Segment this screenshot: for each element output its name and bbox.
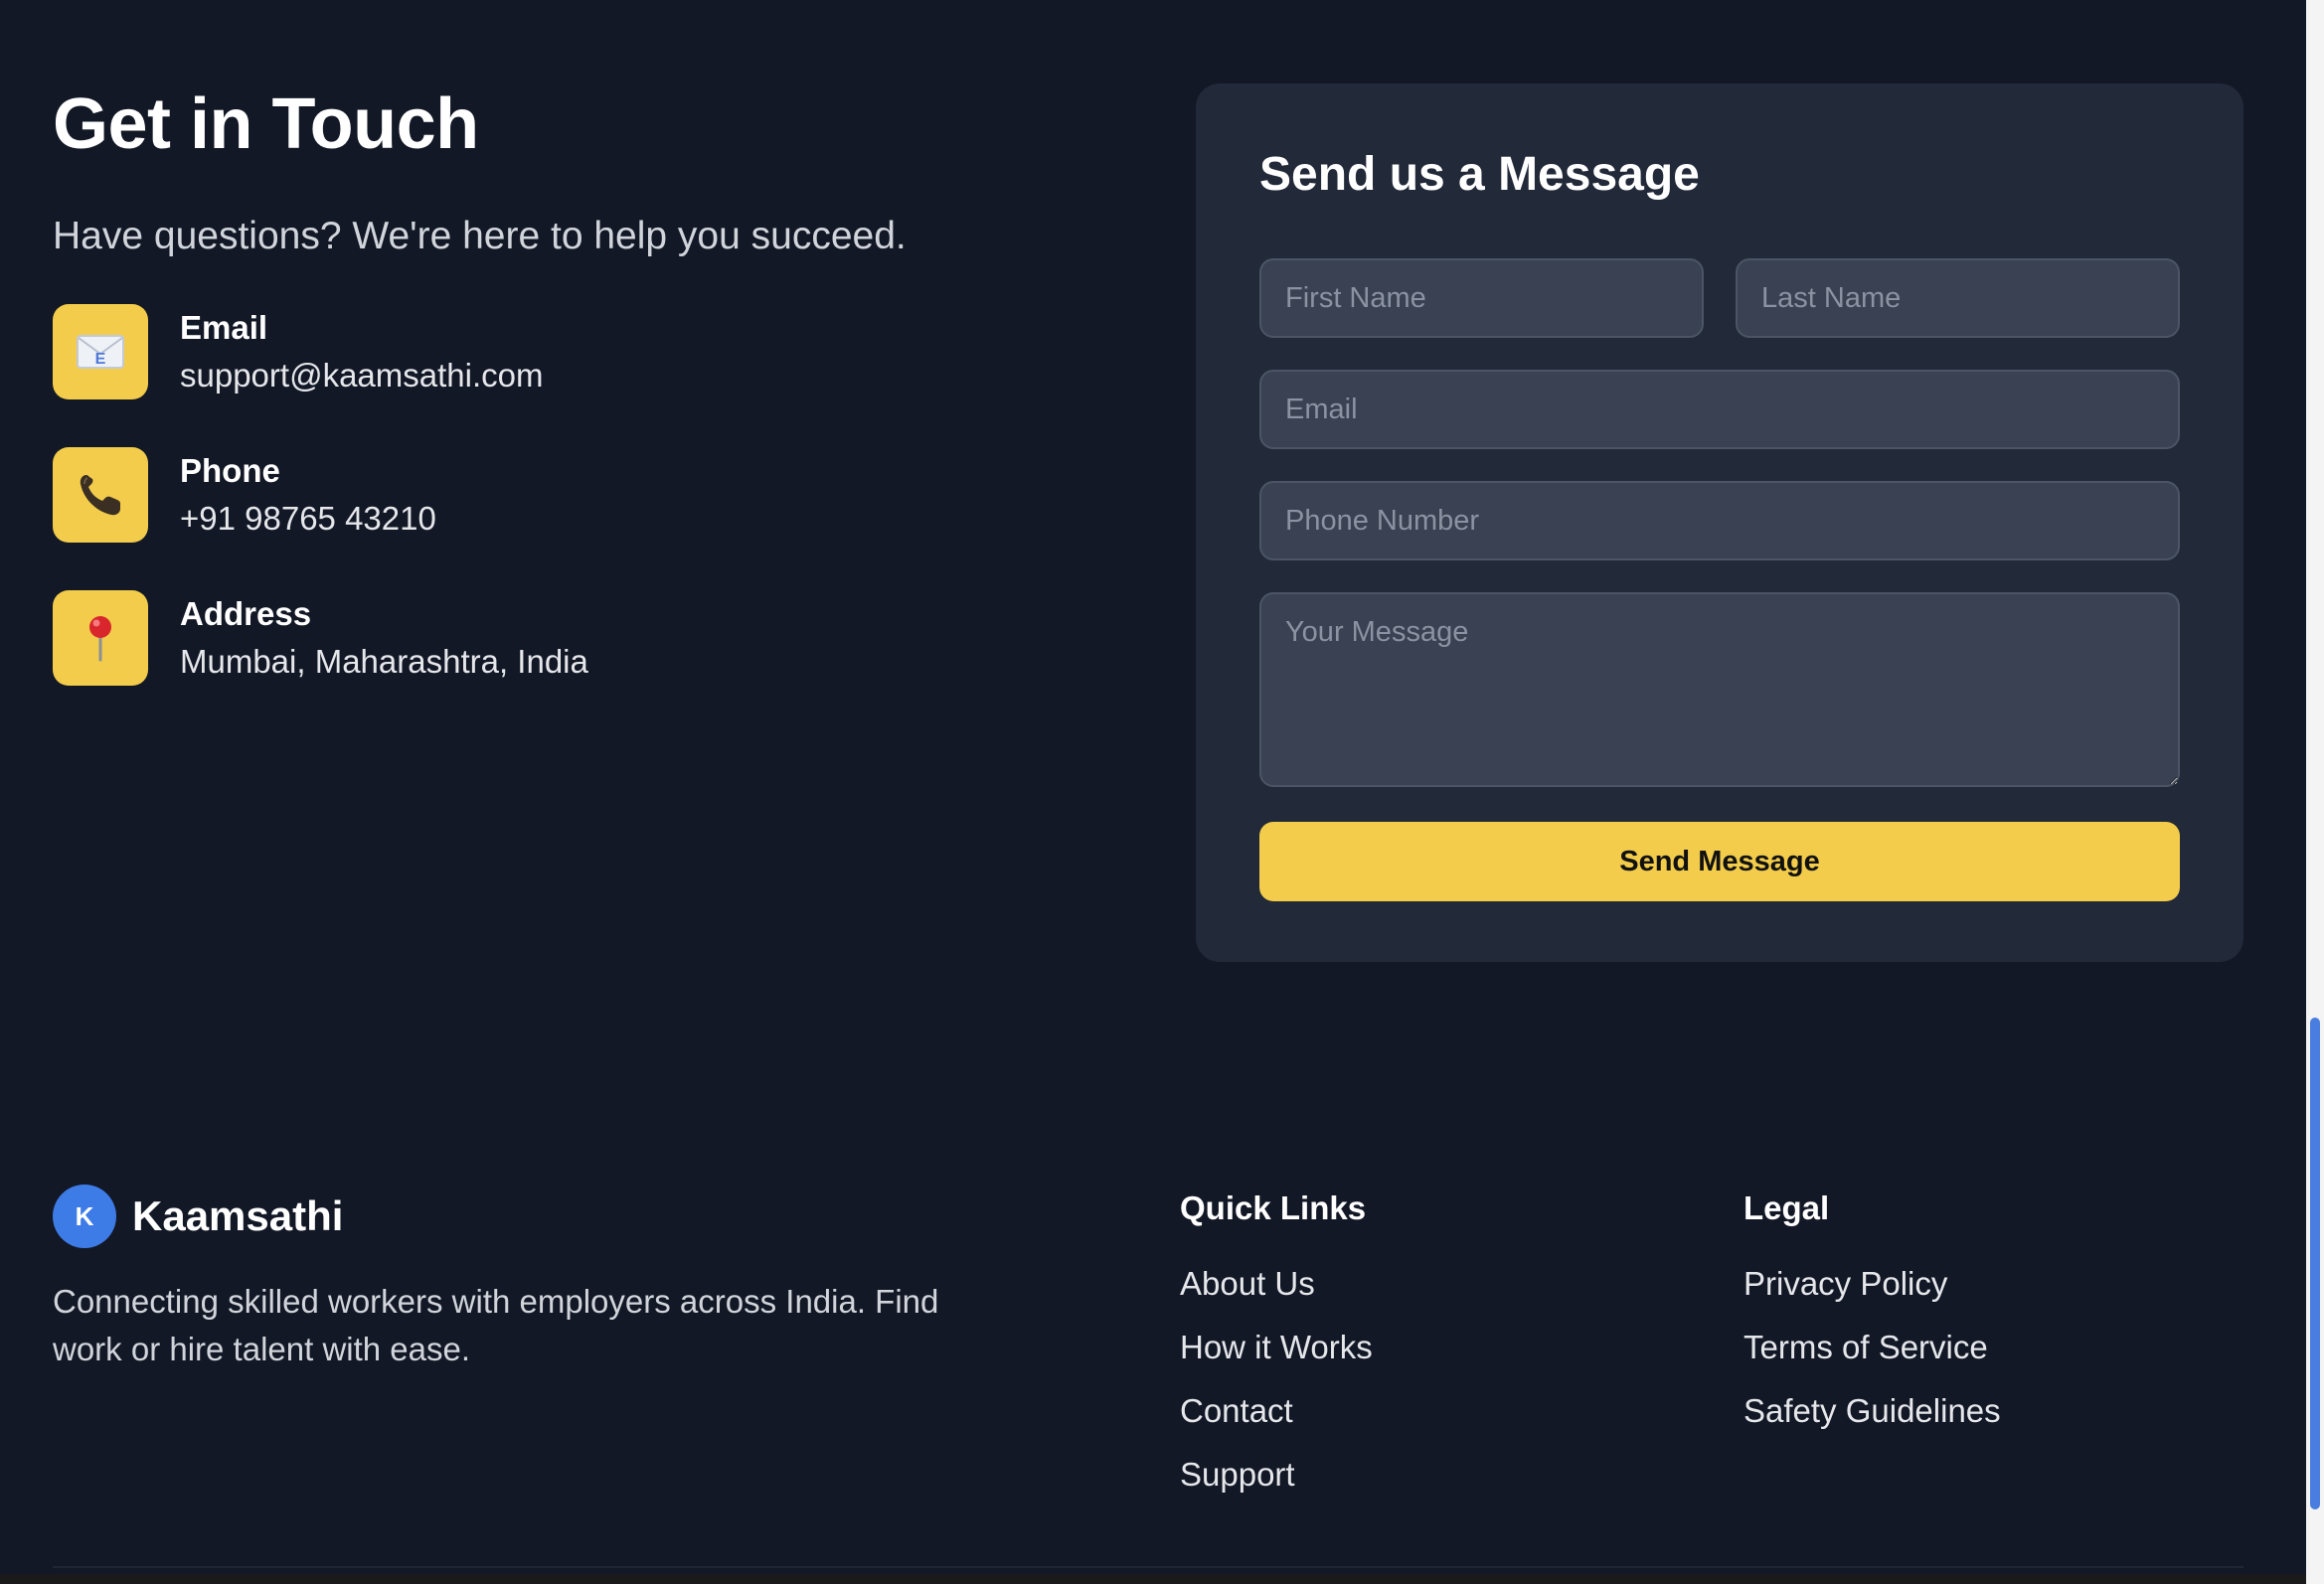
contact-phone-value: +91 98765 43210	[180, 500, 436, 537]
contact-info-list: E Email support@kaamsathi.com Phone +91 …	[53, 304, 1106, 686]
footer-link-about-us[interactable]: About Us	[1180, 1262, 1373, 1326]
window-bottom-edge	[0, 1574, 2324, 1584]
quick-links-heading: Quick Links	[1180, 1189, 1367, 1226]
phone-number-input[interactable]	[1259, 481, 2180, 560]
footer-link-contact[interactable]: Contact	[1180, 1389, 1373, 1453]
last-name-input[interactable]	[1736, 258, 2180, 338]
legal-links-list: Privacy Policy Terms of Service Safety G…	[1743, 1262, 2001, 1453]
footer-link-safety-guidelines[interactable]: Safety Guidelines	[1743, 1389, 2001, 1453]
footer-divider	[53, 1566, 2243, 1568]
contact-email-value: support@kaamsathi.com	[180, 357, 544, 394]
contact-item-phone: Phone +91 98765 43210	[53, 447, 1106, 543]
envelope-icon: E	[53, 304, 148, 399]
contact-subtitle: Have questions? We're here to help you s…	[53, 215, 907, 257]
footer-link-terms-of-service[interactable]: Terms of Service	[1743, 1326, 2001, 1389]
message-form-card: Send us a Message Send Message	[1196, 83, 2243, 962]
page: Get in Touch Have questions? We're here …	[0, 0, 2324, 1584]
contact-address-value: Mumbai, Maharashtra, India	[180, 643, 588, 680]
contact-email-label: Email	[180, 309, 268, 346]
footer-link-privacy-policy[interactable]: Privacy Policy	[1743, 1262, 2001, 1326]
message-textarea[interactable]	[1259, 592, 2180, 787]
name-row	[1259, 258, 2180, 338]
contact-title: Get in Touch	[53, 84, 479, 164]
phone-icon	[53, 447, 148, 543]
brand-name: Kaamsathi	[132, 1192, 344, 1239]
footer-link-how-it-works[interactable]: How it Works	[1180, 1326, 1373, 1389]
footer-link-support[interactable]: Support	[1180, 1453, 1373, 1516]
first-name-input[interactable]	[1259, 258, 1704, 338]
legal-heading: Legal	[1743, 1189, 1830, 1226]
brand-row[interactable]: K Kaamsathi	[53, 1185, 1007, 1248]
contact-phone-label: Phone	[180, 452, 280, 489]
pin-icon	[53, 590, 148, 686]
footer-brand: K Kaamsathi Connecting skilled workers w…	[53, 1185, 1007, 1373]
brand-description: Connecting skilled workers with employer…	[53, 1283, 939, 1367]
brand-logo: K	[53, 1185, 116, 1248]
svg-text:E: E	[95, 351, 106, 368]
contact-item-address: Address Mumbai, Maharashtra, India	[53, 590, 1106, 686]
form-title: Send us a Message	[1259, 148, 1700, 201]
contact-item-email: E Email support@kaamsathi.com	[53, 304, 1106, 399]
contact-info-section: Get in Touch Have questions? We're here …	[53, 79, 1106, 733]
email-input[interactable]	[1259, 370, 2180, 449]
footer-legal: Legal Privacy Policy Terms of Service Sa…	[1743, 1187, 2001, 1453]
contact-address-label: Address	[180, 595, 312, 632]
scrollbar-thumb[interactable]	[2310, 1018, 2320, 1509]
footer-quick-links: Quick Links About Us How it Works Contac…	[1180, 1187, 1373, 1516]
send-message-button[interactable]: Send Message	[1259, 822, 2180, 901]
quick-links-list: About Us How it Works Contact Support	[1180, 1262, 1373, 1516]
